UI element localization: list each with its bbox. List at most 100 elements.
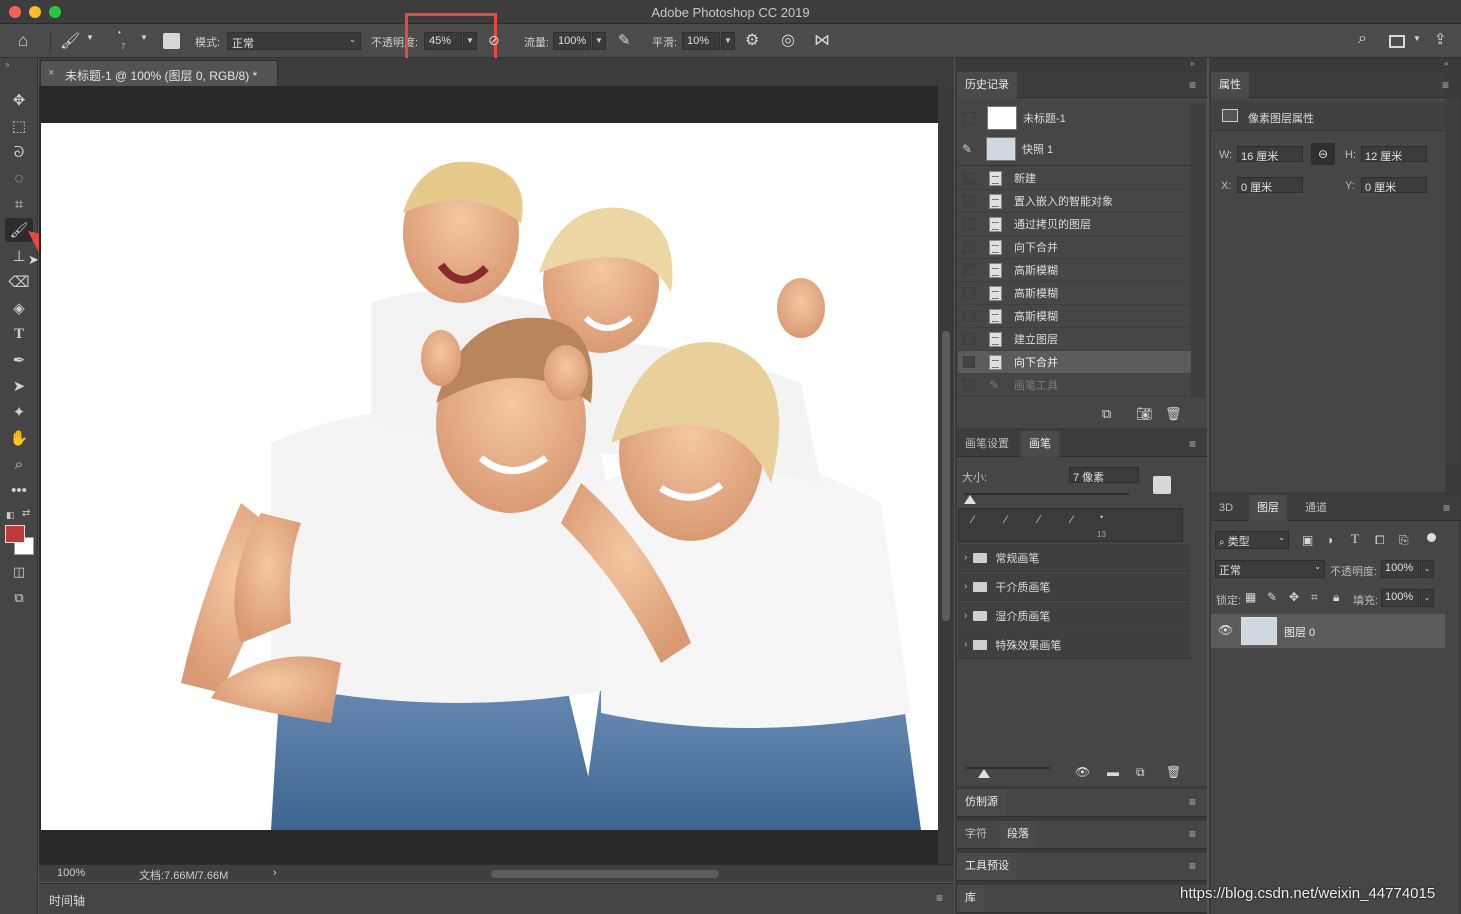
tab-history[interactable]: 历史记录 bbox=[957, 72, 1017, 98]
workspace-icon[interactable] bbox=[1389, 35, 1405, 48]
toggle-brush-preview-icon[interactable]: 👁︎ bbox=[1075, 765, 1090, 779]
panel-menu-icon[interactable]: ≡ bbox=[1189, 78, 1196, 92]
pressure-opacity-icon[interactable]: ⊘ bbox=[488, 32, 500, 49]
smoothing-input[interactable]: 10% bbox=[682, 32, 720, 50]
brush-folder[interactable]: › 干介质画笔 bbox=[958, 573, 1191, 601]
brush-tool-preset-icon[interactable]: 🖌 bbox=[60, 31, 80, 51]
history-item[interactable]: 高斯模糊 bbox=[958, 282, 1191, 305]
zoom-tool-icon[interactable]: ⌕ bbox=[5, 452, 33, 476]
panel-menu-icon[interactable]: ≡ bbox=[1189, 437, 1196, 451]
collapse-dock-icon[interactable]: » bbox=[1444, 59, 1448, 68]
filter-type-icon[interactable]: T bbox=[1351, 531, 1359, 547]
history-item[interactable]: 高斯模糊 bbox=[958, 259, 1191, 282]
mode-select[interactable]: 正常 ⌄ bbox=[227, 32, 361, 50]
crop-tool-icon[interactable]: ⌗ bbox=[5, 192, 33, 216]
layer-row[interactable]: 👁︎ 图层 0 bbox=[1211, 614, 1445, 648]
blend-mode-select[interactable]: 正常 ⌄ bbox=[1215, 560, 1325, 578]
hand-tool-icon[interactable]: ✋ bbox=[5, 426, 33, 450]
height-input[interactable]: 12 厘米 bbox=[1361, 146, 1427, 163]
collapse-toolbar-icon[interactable]: » bbox=[5, 60, 9, 69]
quick-selection-tool-icon[interactable]: ◌ bbox=[5, 166, 33, 190]
lock-all-icon[interactable]: 🔒︎ bbox=[1333, 590, 1339, 605]
trash-icon[interactable]: 🗑︎ bbox=[1166, 765, 1181, 779]
camera-snapshot-icon[interactable]: 📷︎ bbox=[1136, 406, 1153, 422]
new-brush-preset-icon[interactable] bbox=[1153, 476, 1171, 494]
layer-opacity-dropdown[interactable]: ⌄ bbox=[1420, 560, 1434, 578]
new-document-from-state-icon[interactable]: ⧉ bbox=[1102, 406, 1111, 422]
layer-name[interactable]: 图层 0 bbox=[1284, 624, 1315, 640]
tab-paragraph[interactable]: 段落 bbox=[999, 821, 1037, 847]
image-canvas[interactable] bbox=[41, 123, 938, 830]
foreground-color-swatch[interactable] bbox=[5, 525, 25, 543]
trash-icon[interactable]: 🗑︎ bbox=[1165, 406, 1182, 422]
filter-adjustment-icon[interactable]: ◑ bbox=[1326, 533, 1333, 547]
panel-menu-icon[interactable]: ≡ bbox=[1189, 827, 1196, 841]
tab-channels[interactable]: 通道 bbox=[1297, 495, 1335, 521]
history-item[interactable]: 通过拷贝的图层 bbox=[958, 213, 1191, 236]
panel-menu-icon[interactable]: ≡ bbox=[1189, 859, 1196, 873]
history-item-selected[interactable]: 向下合并 bbox=[958, 351, 1191, 374]
lasso-tool-icon[interactable]: ᘐ bbox=[5, 140, 33, 164]
filter-toggle-icon[interactable] bbox=[1427, 533, 1436, 542]
brush-preset[interactable]: • bbox=[1100, 512, 1103, 522]
brush-preset[interactable]: ⁄ bbox=[1005, 514, 1007, 526]
lock-artboard-icon[interactable]: ⌗ bbox=[1311, 590, 1318, 605]
brush-folder[interactable]: › 特殊效果画笔 bbox=[958, 631, 1191, 659]
gear-icon[interactable]: ⚙ bbox=[745, 30, 759, 50]
y-input[interactable]: 0 厘米 bbox=[1361, 177, 1427, 194]
search-icon[interactable]: ⌕ bbox=[1358, 30, 1367, 48]
brush-preset[interactable]: ⁄ bbox=[1071, 514, 1073, 526]
move-tool-icon[interactable]: ✥ bbox=[5, 88, 33, 112]
clone-source-panel[interactable]: 仿制源 ≡ bbox=[957, 789, 1207, 817]
lock-image-pixels-icon[interactable]: ✎ bbox=[1267, 590, 1277, 604]
vertical-scrollbar[interactable] bbox=[938, 86, 954, 864]
brush-preset[interactable]: ⁄ bbox=[1038, 514, 1040, 526]
character-paragraph-panel[interactable]: 字符 段落 ≡ bbox=[957, 821, 1207, 849]
smoothing-dropdown[interactable]: ▼ bbox=[721, 32, 735, 50]
history-scrollbar[interactable] bbox=[1191, 104, 1205, 398]
timeline-panel-bar[interactable]: 时间轴 ≡ bbox=[39, 883, 954, 914]
pressure-size-icon[interactable]: ◎ bbox=[781, 30, 795, 50]
history-item[interactable]: 新建 bbox=[958, 167, 1191, 190]
quick-mask-icon[interactable]: ◫ bbox=[5, 560, 33, 584]
tab-brush-settings[interactable]: 画笔设置 bbox=[957, 431, 1017, 457]
zoom-level[interactable]: 100% bbox=[57, 867, 85, 879]
brush-size-slider[interactable] bbox=[964, 493, 1129, 495]
tab-clone-source[interactable]: 仿制源 bbox=[957, 789, 1006, 815]
share-icon[interactable]: ⇪ bbox=[1434, 30, 1447, 48]
link-dimensions-icon[interactable]: ⊖ bbox=[1311, 143, 1335, 165]
brush-tip-preview[interactable]: • bbox=[118, 28, 121, 37]
tab-layers[interactable]: 图层 bbox=[1249, 495, 1287, 521]
eye-visibility-icon[interactable]: 👁︎ bbox=[1218, 623, 1233, 637]
panel-menu-icon[interactable]: ≡ bbox=[936, 891, 943, 905]
filter-smart-object-icon[interactable]: ⎘ bbox=[1399, 533, 1409, 548]
history-item[interactable]: 建立图层 bbox=[958, 328, 1191, 351]
x-input[interactable]: 0 厘米 bbox=[1237, 177, 1303, 194]
home-icon[interactable]: ⌂ bbox=[18, 31, 28, 51]
brush-preset[interactable]: ⁄ bbox=[972, 514, 974, 526]
symmetry-butterfly-icon[interactable]: ⋈ bbox=[814, 30, 830, 50]
tab-3d[interactable]: 3D bbox=[1211, 495, 1241, 521]
new-brush-icon[interactable]: ⧉ bbox=[1136, 765, 1145, 780]
lock-transparent-pixels-icon[interactable]: ▦ bbox=[1245, 590, 1256, 604]
chevron-down-icon[interactable]: ▼ bbox=[1413, 34, 1421, 43]
brush-picker-chevron-icon[interactable]: ▼ bbox=[140, 33, 148, 42]
close-tab-icon[interactable]: × bbox=[48, 67, 54, 79]
marquee-tool-icon[interactable]: ⬚ bbox=[5, 114, 33, 138]
history-snapshot-doc[interactable]: 未标题-1 bbox=[958, 104, 1191, 132]
tab-character[interactable]: 字符 bbox=[957, 821, 995, 847]
document-tab[interactable]: × 未标题-1 @ 100% (图层 0, RGB/8) * bbox=[40, 60, 278, 86]
fill-dropdown[interactable]: ⌄ bbox=[1420, 589, 1434, 607]
panel-menu-icon[interactable]: ≡ bbox=[1442, 78, 1449, 92]
fill-input[interactable]: 100% bbox=[1381, 589, 1419, 607]
chevron-right-icon[interactable]: › bbox=[273, 867, 277, 879]
history-item[interactable]: 置入嵌入的智能对象 bbox=[958, 190, 1191, 213]
panel-menu-icon[interactable]: ≡ bbox=[1189, 795, 1196, 809]
filter-shape-icon[interactable]: ⧠ bbox=[1375, 533, 1385, 548]
library-panel[interactable]: 库 bbox=[957, 885, 1207, 913]
airbrush-icon[interactable]: ✎ bbox=[618, 31, 631, 49]
panel-menu-icon[interactable]: ≡ bbox=[1443, 501, 1450, 515]
brush-size-input[interactable]: 7 像素 bbox=[1069, 467, 1139, 484]
width-input[interactable]: 16 厘米 bbox=[1237, 146, 1303, 163]
pen-tool-icon[interactable]: ✒ bbox=[5, 348, 33, 372]
